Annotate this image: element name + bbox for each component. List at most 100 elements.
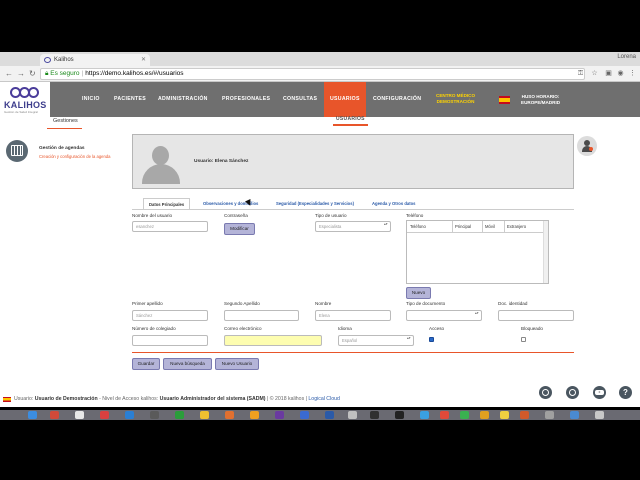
menu-consultas[interactable]: CONSULTAS [283,82,317,117]
dock-app-icon[interactable] [325,411,334,419]
phone-col-movil: Móvil [485,224,495,229]
doc-identidad-label: Doc. identidad [498,301,528,306]
dock-app-icon[interactable] [480,411,489,419]
phone-col-extranjero: Extranjero [507,224,527,229]
dock-app-icon[interactable] [250,411,259,419]
nombre-label: Nombre [315,301,332,306]
phone-table[interactable]: Teléfono Principal Móvil Extranjero [406,220,549,284]
menu-profesionales[interactable]: PROFESIONALES [222,82,270,117]
dock-app-icon[interactable] [348,411,357,419]
tipo-usuario-select[interactable]: Especialista [315,221,391,232]
nombre-input[interactable]: Elena [315,310,391,321]
idioma-select[interactable]: Español [338,335,414,346]
secure-label: Es seguro [50,70,80,77]
help-icon[interactable]: ? [619,386,632,399]
support-icon[interactable]: ≡ [593,386,606,399]
extension-icon[interactable]: ▣ [604,69,613,78]
menu-usuarios[interactable]: USUARIOS [324,82,366,117]
logo-tagline: Gestión de Salud Integral [4,110,38,114]
tipo-usuario-label: Tipo de usuario [315,213,347,218]
agenda-title[interactable]: Gestión de agendas [39,146,85,151]
dock-app-icon[interactable] [275,411,284,419]
subnav-gestiones[interactable]: Gestiones [53,118,78,124]
close-tab-icon[interactable]: ✕ [141,56,146,63]
nueva-busqueda-button[interactable]: Nueva búsqueda [163,358,212,370]
guardar-button[interactable]: Guardar [132,358,160,370]
logo-brand: KALIHOS [4,100,47,110]
bloqueado-checkbox[interactable] [521,337,526,342]
segundo-apellido-input[interactable] [224,310,299,321]
dock-app-icon[interactable] [370,411,379,419]
browser-tab-title: Kalihos [54,57,74,63]
timezone: HUSO HORARIO: EUROPE/MADRID [521,94,560,106]
settings-icon[interactable] [566,386,579,399]
footer-mid: - Nivel de Acceso kalihos: [99,396,159,402]
primer-apellido-input[interactable]: Sánchez [132,310,208,321]
telefono-label: Teléfono [406,213,424,218]
browser-profile[interactable]: Lorena [617,54,636,60]
dock-app-icon[interactable] [570,411,579,419]
dock-finder-icon[interactable] [28,411,37,419]
dock-app-icon[interactable] [225,411,234,419]
menu-administracion[interactable]: ADMINISTRACIÓN [158,82,208,117]
dock-app-icon[interactable] [200,411,209,419]
subnav-usuarios-underline [333,124,368,126]
user-settings-icon[interactable] [577,136,597,156]
dock-app-icon[interactable] [420,411,429,419]
extension-icon-2[interactable]: ◉ [616,69,625,78]
browser-tab[interactable]: Kalihos ✕ [40,54,150,66]
dock-app-icon[interactable] [75,411,84,419]
acceso-checkbox[interactable] [429,337,434,342]
agenda-subtitle[interactable]: Creación y configuración de la agenda [39,154,110,159]
forward-icon[interactable]: → [17,69,25,79]
dock-app-icon[interactable] [100,411,109,419]
contrasena-label: Contraseña [224,213,248,218]
dock-app-icon[interactable] [125,411,134,419]
dock-app-icon[interactable] [175,411,184,419]
nombre-usuario-label: Nombre del usuario [132,213,173,218]
menu-inicio[interactable]: INICIO [82,82,100,117]
dock-app-icon[interactable] [520,411,529,419]
chat-icon[interactable] [539,386,552,399]
phone-table-scrollbar[interactable] [543,221,548,283]
dock-app-icon[interactable] [500,411,509,419]
center-name[interactable]: CENTRO MÉDICO DEMOSTRACIÓN [436,93,475,105]
nuevo-telefono-button[interactable]: Nuevo [406,287,431,299]
star-icon[interactable]: ☆ [590,69,599,78]
dock-app-icon[interactable] [300,411,309,419]
menu-icon[interactable]: ⋮ [628,69,637,78]
back-icon[interactable]: ← [5,69,13,79]
menu-pacientes[interactable]: PACIENTES [114,82,146,117]
doc-identidad-input[interactable] [498,310,574,321]
dock-app-icon[interactable] [460,411,469,419]
dock [0,410,640,420]
dock-trash-icon[interactable] [595,411,604,419]
nuevo-usuario-button[interactable]: Nuevo Usuario [215,358,259,370]
dock-terminal-icon[interactable] [395,411,404,419]
dock-app-icon[interactable] [50,411,59,419]
phone-col-principal: Principal [455,224,472,229]
colegiado-input[interactable] [132,335,208,346]
dock-app-icon[interactable] [150,411,159,419]
center-name-line2: DEMOSTRACIÓN [436,99,475,104]
calendar-icon[interactable] [6,140,28,162]
footer-text: Usuario: Usuario de Demostración - Nivel… [14,396,340,402]
dock-app-icon[interactable] [440,411,449,419]
nombre-usuario-input[interactable]: esanchez [132,221,208,232]
spain-flag-icon[interactable] [499,96,510,104]
phone-col-telefono: Teléfono [410,224,426,229]
tabs-divider [132,209,574,210]
kalihos-logo[interactable]: KALIHOS Gestión de Salud Integral [0,82,50,117]
email-input[interactable] [224,335,322,346]
menu-configuracion[interactable]: CONFIGURACIÓN [373,82,421,117]
tipo-documento-select[interactable] [406,310,482,321]
modificar-button[interactable]: Modificar [224,223,255,235]
lock-icon: 🔒︎ [45,70,49,77]
key-icon[interactable]: ⚿ [576,69,585,78]
footer-link[interactable]: Logical Cloud [308,396,339,402]
primer-apellido-label: Primer apellido [132,301,163,306]
reload-icon[interactable]: ↻ [29,69,36,79]
subnav-usuarios[interactable]: USUARIOS [336,116,365,122]
address-bar[interactable]: 🔒︎ Es seguro | https://demo.kalihos.es/#/u… [40,68,585,80]
dock-app-icon[interactable] [545,411,554,419]
